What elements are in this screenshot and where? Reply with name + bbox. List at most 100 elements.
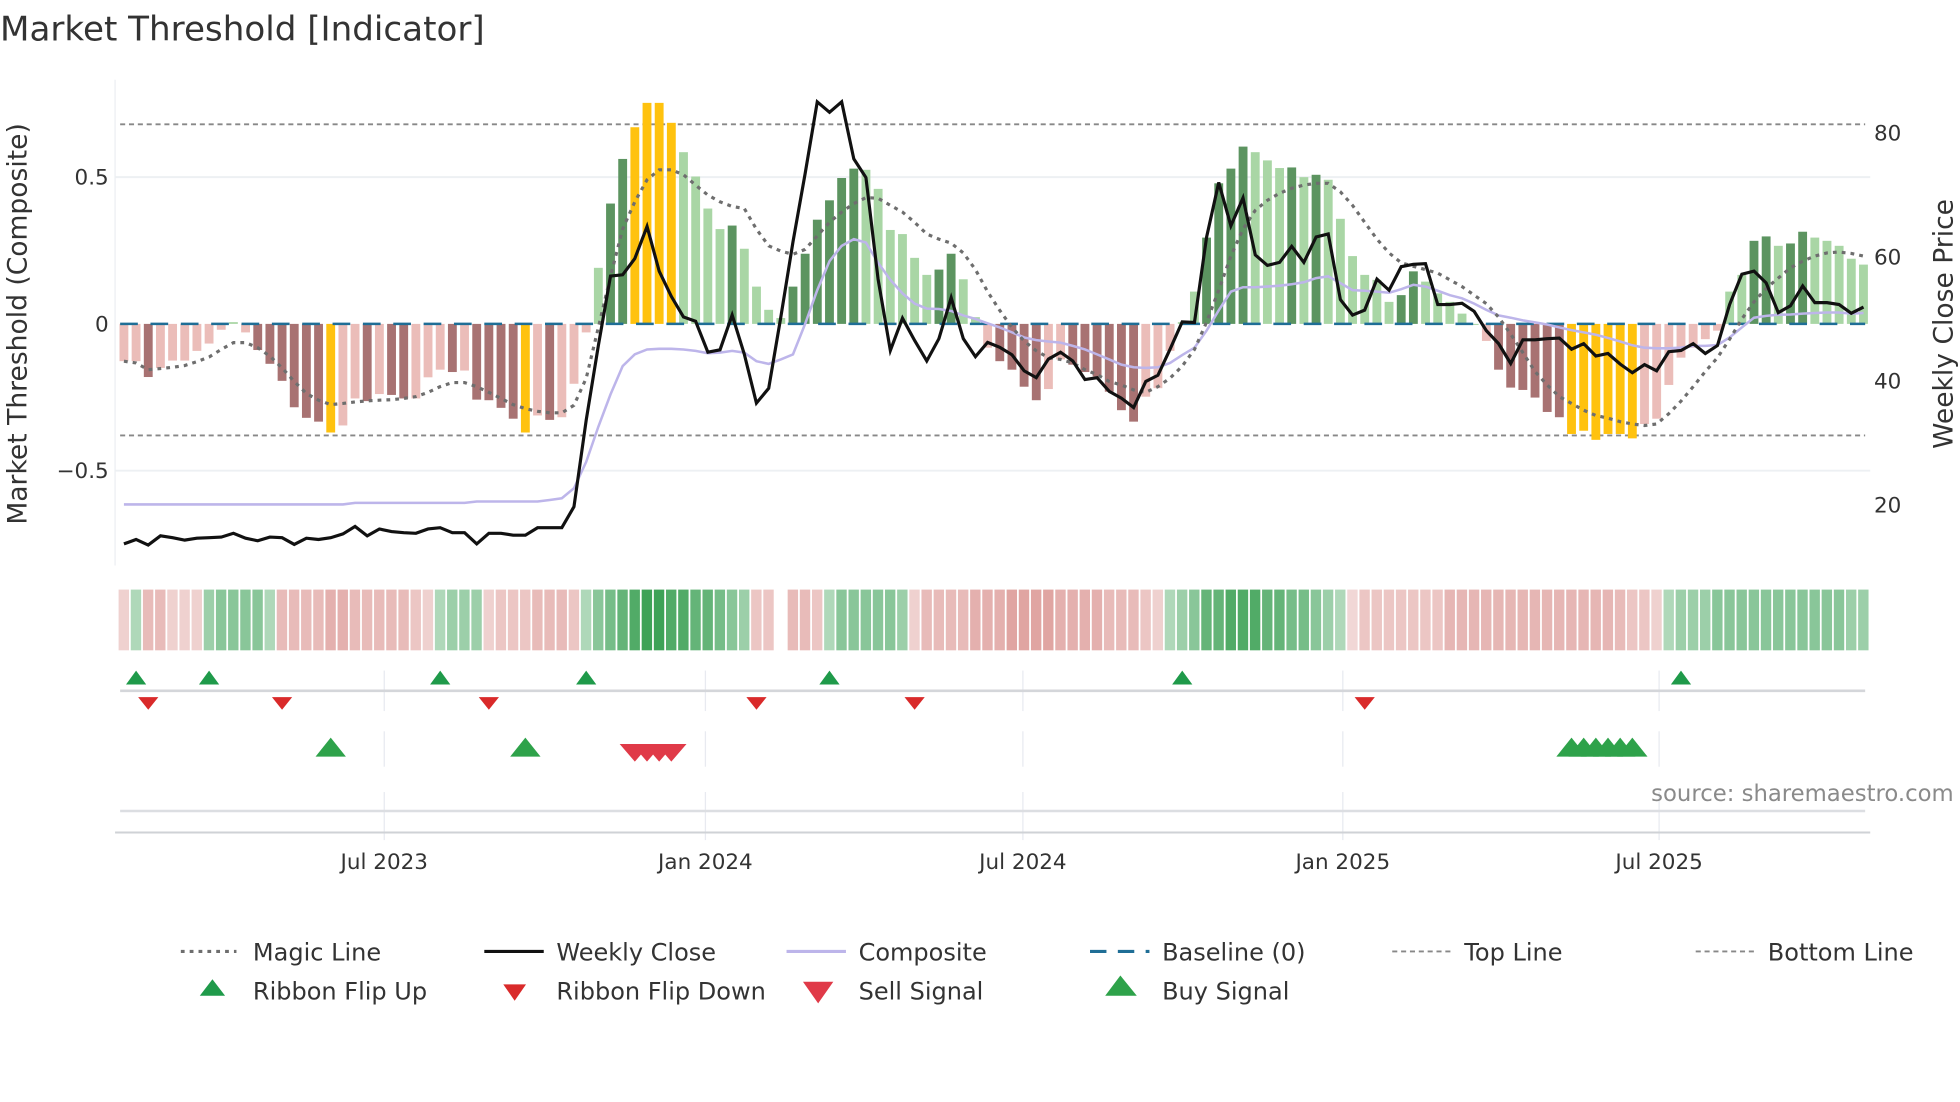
ribbon-cell-up bbox=[1176, 589, 1188, 651]
ribbon-cell-down bbox=[1128, 589, 1139, 651]
ribbon-cell-down bbox=[799, 589, 811, 651]
legend-label: Composite bbox=[859, 938, 987, 966]
ribbon-cell-up bbox=[434, 589, 446, 651]
legend-item-buy-signal[interactable]: Buy Signal bbox=[1105, 975, 1289, 1006]
ribbon-cell-down bbox=[374, 589, 385, 651]
ribbon-cell-down bbox=[301, 589, 312, 651]
histogram-bar bbox=[168, 323, 178, 361]
histogram-bar bbox=[447, 323, 457, 373]
ribbon-cell-up bbox=[860, 589, 872, 651]
histogram-bar bbox=[192, 323, 202, 351]
histogram-bar bbox=[569, 323, 579, 384]
ribbon-flip-down-marker bbox=[478, 697, 499, 710]
histogram-bar bbox=[654, 102, 664, 324]
histogram-bar bbox=[241, 323, 250, 333]
ribbon-cell-up bbox=[1201, 589, 1212, 651]
ribbon-cell-down bbox=[1116, 589, 1127, 651]
ribbon-flip-down-marker bbox=[138, 697, 159, 710]
ribbon-cell-down bbox=[568, 589, 580, 651]
histogram-bar bbox=[1786, 243, 1795, 324]
ribbon-cell-down bbox=[1103, 589, 1115, 651]
triangle-up-icon bbox=[1105, 975, 1137, 996]
legend-label: Ribbon Flip Up bbox=[253, 978, 427, 1006]
histogram-bar bbox=[180, 323, 190, 361]
legend-item-composite[interactable]: Composite bbox=[786, 938, 987, 966]
ribbon-cell-down bbox=[933, 589, 945, 651]
histogram-bar bbox=[1019, 323, 1029, 387]
ribbon-cell-up bbox=[836, 589, 847, 651]
ribbon-cell-up bbox=[641, 589, 653, 651]
ribbon-flip-down-marker bbox=[746, 697, 767, 710]
histogram-bar bbox=[155, 323, 165, 368]
ribbon-cell-up bbox=[1189, 589, 1200, 651]
histogram-bar bbox=[1031, 323, 1041, 401]
ribbon-cell-down bbox=[1590, 589, 1601, 651]
ribbon-cell-down bbox=[909, 589, 920, 651]
histogram-bar bbox=[557, 323, 567, 418]
ribbon-cell-up bbox=[1712, 589, 1723, 651]
ribbon-cell-down bbox=[1347, 589, 1358, 651]
ribbon-cell-down bbox=[532, 589, 543, 651]
ribbon-cell-down bbox=[118, 589, 129, 651]
legend-item-ribbon-flip-down[interactable]: Ribbon Flip Down bbox=[503, 978, 766, 1006]
ribbon-cell-down bbox=[1091, 589, 1103, 651]
x-tick-label: Jan 2025 bbox=[1293, 850, 1390, 875]
ribbon-cell-down bbox=[1030, 589, 1042, 651]
histogram-bar bbox=[1214, 183, 1224, 324]
legend-item-top-line[interactable]: Top Line bbox=[1392, 938, 1563, 966]
legend-item-sell-signal[interactable]: Sell Signal bbox=[802, 978, 983, 1006]
ribbon-cell-up bbox=[130, 589, 142, 651]
ribbon-cell-down bbox=[751, 589, 762, 651]
ribbon-cell-down bbox=[313, 589, 324, 651]
ribbon-cell-down bbox=[410, 589, 421, 651]
source-label: source: sharemaestro.com bbox=[1651, 781, 1953, 807]
ribbon-cell-down bbox=[507, 589, 519, 651]
ribbon-cell-down bbox=[337, 589, 348, 651]
ribbon-cell-up bbox=[1274, 589, 1285, 651]
ribbon-cell-up bbox=[252, 589, 263, 651]
ribbon-cell-down bbox=[1651, 589, 1662, 651]
histogram-bar bbox=[338, 323, 348, 426]
buy-signal-marker bbox=[315, 737, 346, 757]
ribbon-cell-up bbox=[447, 589, 458, 651]
ribbon-cell-down bbox=[1018, 589, 1030, 651]
ribbon-cell-up bbox=[1164, 589, 1176, 651]
ribbon-cell-up bbox=[264, 589, 275, 651]
y-tick-right: 60 bbox=[1874, 245, 1901, 270]
ribbon-cell-down bbox=[422, 589, 434, 651]
histogram-bar bbox=[1798, 231, 1808, 324]
ribbon-cell-up bbox=[240, 589, 251, 651]
legend-item-ribbon-flip-up[interactable]: Ribbon Flip Up bbox=[199, 978, 427, 1006]
histogram-bar bbox=[849, 168, 859, 324]
histogram-bar bbox=[788, 286, 798, 324]
legend-item-magic-line[interactable]: Magic Line bbox=[180, 938, 381, 966]
histogram-bar bbox=[739, 248, 749, 324]
histogram-bar bbox=[1810, 237, 1820, 324]
histogram-bar bbox=[1262, 160, 1272, 324]
histogram-bar bbox=[1335, 218, 1345, 324]
y-tick-right: 80 bbox=[1874, 121, 1901, 146]
ribbon-cell-up bbox=[1237, 589, 1249, 651]
ribbon-cell-up bbox=[690, 589, 701, 651]
ribbon-cell-up bbox=[1809, 589, 1820, 651]
ribbon-cell-down bbox=[1627, 589, 1638, 651]
histogram-bar bbox=[545, 323, 555, 420]
ribbon-cell-down bbox=[167, 589, 178, 651]
ribbon-cell-up bbox=[824, 589, 835, 651]
x-tick-label: Jul 2023 bbox=[339, 850, 428, 875]
legend-item-baseline[interactable]: Baseline (0) bbox=[1090, 938, 1306, 966]
ribbon-cell-down bbox=[1505, 589, 1516, 651]
legend-label: Ribbon Flip Down bbox=[556, 978, 765, 1006]
ribbon-cell-up bbox=[726, 589, 738, 651]
ribbon-strip bbox=[118, 589, 1869, 651]
histogram-bar bbox=[934, 269, 944, 324]
legend-item-bottom-line[interactable]: Bottom Line bbox=[1695, 938, 1914, 966]
histogram-bar bbox=[399, 323, 409, 399]
ribbon-cell-up bbox=[1262, 589, 1273, 651]
ribbon-cell-up bbox=[1310, 589, 1322, 651]
signal-markers bbox=[115, 670, 1871, 841]
ribbon-cell-up bbox=[1322, 589, 1334, 651]
histogram-bar bbox=[764, 309, 774, 324]
triangle-down-icon bbox=[503, 984, 527, 1001]
legend-item-weekly-close[interactable]: Weekly Close bbox=[484, 938, 716, 966]
